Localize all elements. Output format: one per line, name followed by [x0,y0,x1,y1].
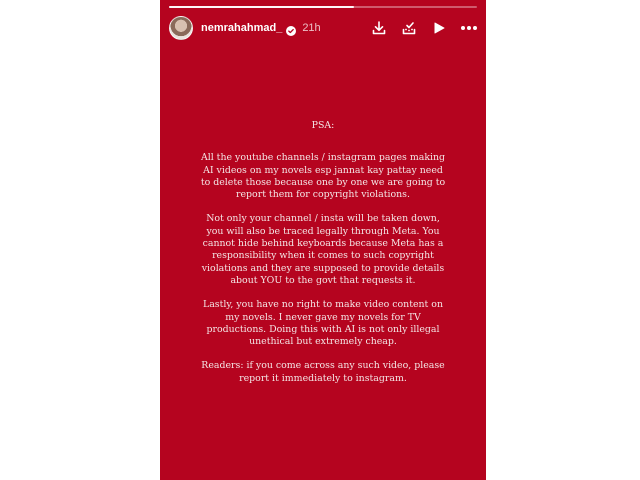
story-viewer[interactable]: nemrahahmad_ 21h PSA: All the youtube ch… [160,0,486,480]
post-paragraph-4: Readers: if you come across any such vid… [201,360,445,384]
post-time: 21h [302,22,321,34]
verified-badge-icon [286,23,297,36]
username[interactable]: nemrahahmad_ [201,22,282,34]
more-icon[interactable] [460,19,478,37]
story-progress-fill [169,6,354,8]
avatar[interactable] [169,16,193,40]
story-text: PSA: All the youtube channels / instagra… [200,120,446,397]
story-actions [370,19,478,37]
download-icon[interactable] [370,19,388,37]
post-paragraph-3: Lastly, you have no right to make video … [202,299,443,348]
story-header: nemrahahmad_ 21h [169,14,478,42]
play-icon[interactable] [430,19,448,37]
post-paragraph-1: All the youtube channels / instagram pag… [200,152,446,201]
post-heading: PSA: [311,120,335,131]
share-update-icon[interactable] [400,19,418,37]
post-paragraph-2: Not only your channel / insta will be ta… [201,213,445,286]
story-progress-bar [169,6,477,8]
